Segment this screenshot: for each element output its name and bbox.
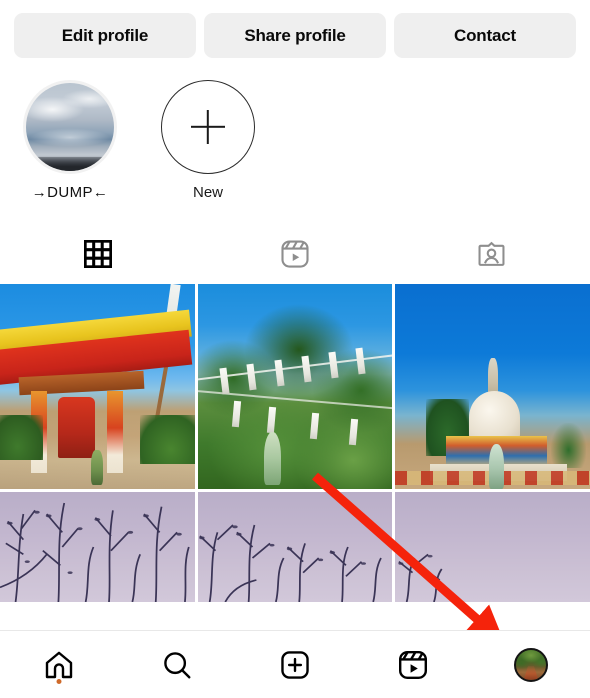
bottom-navigation-bar (0, 630, 590, 698)
search-icon (164, 651, 191, 678)
branch-silhouette-icon (398, 553, 443, 602)
story-highlight-cover-icon (26, 83, 114, 171)
branch-silhouette-icon (0, 502, 190, 602)
reels-icon (281, 240, 309, 268)
person-figure (488, 443, 505, 489)
nav-create-button[interactable] (236, 631, 354, 698)
nav-search-button[interactable] (118, 631, 236, 698)
person-figure (263, 431, 282, 485)
avatar-path-detail (523, 665, 539, 680)
prayer-wheel (58, 396, 96, 459)
person-figure (91, 450, 104, 485)
story-highlight-new[interactable]: New (156, 80, 260, 201)
content-tabs (0, 227, 590, 281)
post-grid-row-2 (0, 492, 590, 602)
tagged-person-icon (478, 241, 505, 266)
tab-grid[interactable] (0, 227, 197, 281)
foliage-right (140, 415, 195, 465)
story-highlight-new-label: New (192, 184, 223, 201)
contact-button[interactable]: Contact (394, 13, 576, 58)
post-branches-1[interactable] (0, 492, 195, 602)
grid-icon (84, 240, 113, 268)
post-branches-3[interactable] (395, 492, 590, 602)
post-stupa[interactable] (395, 284, 590, 489)
post-prayer-flags[interactable] (197, 284, 393, 489)
plus-square-icon (281, 650, 309, 679)
gate-pillar-right (107, 390, 123, 473)
reels-icon (399, 650, 428, 679)
tab-tagged[interactable] (393, 227, 590, 281)
profile-action-buttons: Edit profile Share profile Contact (0, 0, 590, 58)
nav-home-button[interactable] (0, 631, 118, 698)
post-grid-row-1 (0, 284, 590, 489)
foliage-left (0, 415, 43, 461)
plus-icon (161, 80, 255, 174)
branch-silhouette-icon (198, 524, 382, 602)
tab-reels[interactable] (197, 227, 394, 281)
share-profile-button[interactable]: Share profile (204, 13, 386, 58)
story-highlights-row: →DUMP← New (0, 58, 590, 201)
profile-avatar (514, 647, 548, 682)
home-activity-dot (56, 679, 62, 684)
post-buddhist-gate[interactable] (0, 284, 195, 489)
story-highlight-dump[interactable]: →DUMP← (18, 80, 122, 201)
nav-reels-button[interactable] (354, 631, 472, 698)
tree-right (551, 423, 587, 469)
post-branches-2[interactable] (197, 492, 393, 602)
home-icon (45, 651, 73, 678)
nav-profile-button[interactable] (472, 631, 590, 698)
story-highlight-label: →DUMP← (31, 184, 109, 201)
story-highlight-ring (23, 80, 117, 174)
edit-profile-button[interactable]: Edit profile (14, 13, 196, 58)
